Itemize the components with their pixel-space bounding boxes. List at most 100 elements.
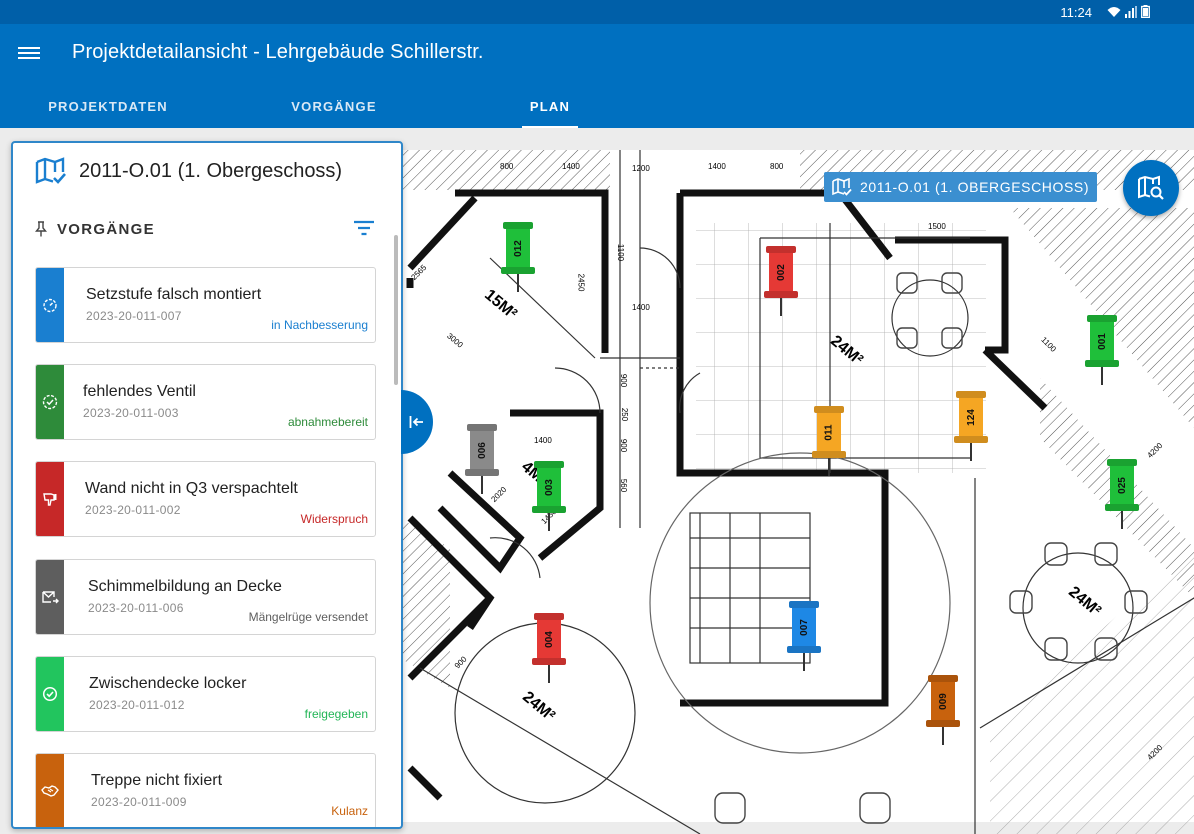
dimension-label: 800 — [770, 162, 784, 171]
section-label: VORGÄNGE — [57, 220, 155, 238]
status-icons — [1107, 5, 1150, 18]
issue-pin[interactable]: 009 — [928, 675, 958, 747]
tab-projektdaten[interactable]: PROJEKTDATEN — [28, 84, 188, 128]
issue-card[interactable]: Setzstufe falsch montiert 2023-20-011-00… — [35, 267, 376, 343]
status-stripe — [36, 657, 64, 731]
dimension-label: 800 — [500, 162, 514, 171]
scrollbar[interactable] — [394, 235, 398, 385]
page-title: Projektdetailansicht - Lehrgebäude Schil… — [72, 41, 484, 63]
pin-number: 001 — [1090, 327, 1114, 355]
dimension-label: 1400 — [562, 162, 580, 171]
issue-code: 2023-20-011-007 — [86, 309, 182, 323]
pin-needle — [1121, 511, 1123, 529]
issue-card[interactable]: Wand nicht in Q3 verspachtelt 2023-20-01… — [35, 461, 376, 537]
issue-code: 2023-20-011-006 — [88, 601, 184, 615]
issue-title: Zwischendecke locker — [89, 675, 247, 692]
pin-needle — [942, 727, 944, 745]
clock: 11:24 — [1060, 5, 1092, 20]
issue-card[interactable]: Schimmelbildung an Decke 2023-20-011-006… — [35, 559, 376, 635]
mail-forward-icon — [41, 591, 59, 604]
pin-needle — [548, 665, 550, 683]
issue-status: abnahmebereit — [287, 415, 368, 429]
dimension-label: 560 — [619, 478, 629, 493]
pin-needle — [1101, 367, 1103, 385]
pin-number-text: 124 — [965, 408, 977, 426]
pin-number-text: 003 — [543, 478, 555, 496]
pin-number: 007 — [792, 613, 816, 641]
issue-title: Treppe nicht fixiert — [91, 772, 223, 789]
pin-number-text: 002 — [775, 263, 787, 281]
issues-panel: 2011-O.01 (1. Obergeschoss) VORGÄNGE Set… — [11, 141, 403, 829]
pin-number: 009 — [931, 687, 955, 715]
issue-pin[interactable]: 025 — [1107, 459, 1137, 531]
dimension-label: 1200 — [632, 164, 650, 173]
pin-icon — [35, 221, 47, 237]
issue-title: Schimmelbildung an Decke — [88, 578, 282, 595]
issue-pin[interactable]: 006 — [467, 424, 497, 496]
pin-number: 002 — [769, 258, 793, 286]
status-bar: 11:24 — [0, 0, 1194, 24]
floor-chip[interactable]: 2011-O.01 (1. OBERGESCHOSS) — [824, 172, 1098, 202]
map-search-icon — [1138, 175, 1164, 200]
tab-vorgaenge[interactable]: VORGÄNGE — [256, 84, 412, 128]
issue-card[interactable]: fehlendes Ventil 2023-20-011-003 abnahme… — [35, 364, 376, 440]
pin-needle — [548, 513, 550, 531]
pin-number-text: 012 — [512, 239, 524, 257]
pin-needle — [780, 298, 782, 316]
issue-code: 2023-20-011-002 — [85, 503, 181, 517]
pin-needle — [828, 458, 830, 476]
floor-title: 2011-O.01 (1. Obergeschoss) — [79, 159, 343, 182]
issue-code: 2023-20-011-003 — [83, 406, 179, 420]
issue-pin[interactable]: 124 — [956, 391, 986, 463]
map-search-button[interactable] — [1123, 160, 1179, 216]
dimension-label: 250 — [620, 407, 630, 422]
timer-icon — [43, 298, 57, 313]
issue-pin[interactable]: 003 — [534, 461, 564, 533]
status-stripe — [36, 365, 64, 439]
pin-number-text: 009 — [937, 692, 949, 710]
issue-status: Mängelrüge versendet — [248, 610, 368, 624]
issue-pin[interactable]: 002 — [766, 246, 796, 318]
battery-icon — [1141, 5, 1150, 18]
dimension-label: 1400 — [708, 162, 726, 171]
issue-title: Wand nicht in Q3 verspachtelt — [85, 480, 298, 497]
issue-pin[interactable]: 012 — [503, 222, 533, 294]
issue-pin[interactable]: 007 — [789, 601, 819, 673]
dimension-label: 1500 — [928, 222, 946, 231]
pin-number: 011 — [817, 418, 841, 446]
handshake-icon — [41, 785, 59, 797]
issue-card[interactable]: Zwischendecke locker 2023-20-011-012 fre… — [35, 656, 376, 732]
status-stripe — [36, 268, 64, 342]
issue-title: Setzstufe falsch montiert — [86, 286, 262, 303]
pin-needle — [517, 274, 519, 292]
pin-needle — [803, 653, 805, 671]
issue-code: 2023-20-011-012 — [89, 698, 185, 712]
issue-status: in Nachbesserung — [271, 318, 368, 332]
issue-pin[interactable]: 004 — [534, 613, 564, 685]
dimension-label: 900 — [619, 438, 629, 453]
dimension-label: 1400 — [632, 303, 650, 312]
issue-title: fehlendes Ventil — [83, 383, 196, 400]
status-stripe — [36, 754, 64, 827]
issue-card[interactable]: Treppe nicht fixiert 2023-20-011-009 Kul… — [35, 753, 376, 827]
map-check-icon — [832, 178, 852, 196]
tab-bar: PROJEKTDATEN VORGÄNGE PLAN — [0, 84, 640, 128]
pin-number: 025 — [1110, 471, 1134, 499]
dimension-label: 1400 — [534, 436, 552, 445]
pin-number-text: 007 — [798, 618, 810, 636]
section-header: VORGÄNGE — [35, 217, 375, 241]
pin-number: 003 — [537, 473, 561, 501]
menu-icon[interactable] — [18, 44, 40, 62]
check-circle-icon — [42, 686, 58, 702]
map-check-icon — [35, 157, 66, 184]
status-stripe — [36, 560, 64, 634]
filter-icon[interactable] — [353, 219, 375, 237]
check-circle-dashed-icon — [42, 394, 58, 410]
issue-pin[interactable]: 011 — [814, 406, 844, 478]
issue-status: freigegeben — [304, 707, 368, 721]
issue-pin[interactable]: 001 — [1087, 315, 1117, 387]
pin-needle — [481, 476, 483, 494]
pin-number-text: 011 — [823, 423, 835, 441]
tab-plan[interactable]: PLAN — [522, 84, 578, 128]
pin-number-text: 004 — [543, 630, 555, 648]
